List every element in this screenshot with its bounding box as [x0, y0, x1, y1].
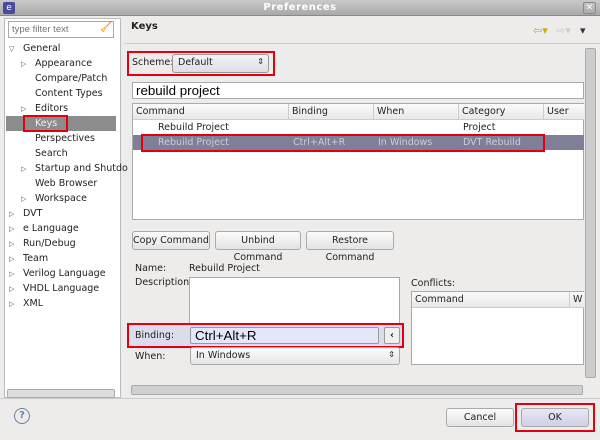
tree-item[interactable]: Team: [23, 251, 48, 266]
expand-icon[interactable]: ▷: [21, 105, 26, 113]
tree-item[interactable]: Content Types: [35, 86, 103, 101]
keys-highlight: [23, 115, 68, 132]
vertical-scrollbar[interactable]: [585, 48, 596, 378]
tree-item[interactable]: DVT: [23, 206, 42, 221]
expand-icon[interactable]: ▷: [21, 165, 26, 173]
when-label: When:: [135, 351, 166, 362]
tree-item[interactable]: VHDL Language: [23, 281, 99, 296]
expand-icon[interactable]: ▷: [9, 240, 14, 248]
tree-item[interactable]: General: [23, 41, 60, 56]
tree-item[interactable]: Search: [35, 146, 68, 161]
expand-icon[interactable]: ▷: [9, 270, 14, 278]
column-header-user[interactable]: User: [544, 104, 584, 120]
column-header-when[interactable]: When: [374, 104, 459, 120]
description-field[interactable]: [189, 277, 400, 327]
expand-icon[interactable]: ▷: [21, 195, 26, 203]
forward-icon[interactable]: ⇨▾: [556, 24, 571, 37]
tree-item[interactable]: e Language: [23, 221, 79, 236]
back-icon[interactable]: ⇦▾: [533, 24, 548, 37]
when-value: In Windows: [196, 350, 251, 361]
expand-icon[interactable]: ▷: [9, 285, 14, 293]
filter-input[interactable]: [8, 21, 114, 38]
clear-filter-icon[interactable]: 🧹: [100, 22, 112, 33]
row-highlight: [141, 134, 545, 152]
name-label: Name:: [135, 263, 167, 274]
tree-item[interactable]: Compare/Patch: [35, 71, 107, 86]
cell-command: Rebuild Project: [158, 122, 229, 133]
tree-item[interactable]: XML: [23, 296, 43, 311]
column-header-category[interactable]: Category: [459, 104, 544, 120]
tree-item[interactable]: Run/Debug: [23, 236, 76, 251]
collapse-icon[interactable]: ▽: [9, 45, 14, 53]
expand-icon[interactable]: ▷: [9, 300, 14, 308]
expand-icon[interactable]: ▷: [9, 225, 14, 233]
conflicts-column-command[interactable]: Command: [412, 292, 570, 308]
expand-icon[interactable]: ▷: [21, 60, 26, 68]
view-menu-icon[interactable]: ▾: [580, 24, 586, 37]
copy-command-button[interactable]: Copy Command: [132, 231, 210, 250]
name-value: Rebuild Project: [189, 263, 260, 274]
tree-item[interactable]: Editors: [35, 101, 68, 116]
ok-highlight: [515, 403, 595, 432]
column-header-binding[interactable]: Binding: [289, 104, 374, 120]
tree-item[interactable]: Workspace: [35, 191, 87, 206]
footer-divider: [0, 398, 600, 399]
window-title: Preferences: [263, 2, 337, 13]
expand-icon[interactable]: ▷: [9, 255, 14, 263]
tree-item[interactable]: Startup and Shutdo: [35, 161, 128, 176]
description-label: Description:: [135, 277, 193, 288]
when-select[interactable]: In Windows ⇕: [190, 347, 400, 365]
unbind-command-button[interactable]: Unbind Command: [215, 231, 301, 263]
column-header-command[interactable]: Command: [133, 104, 289, 120]
conflicts-label: Conflicts:: [411, 278, 456, 289]
spinner-icon: ⇕: [388, 350, 395, 359]
tree-item[interactable]: Verilog Language: [23, 266, 106, 281]
command-search-input[interactable]: [132, 82, 584, 99]
horizontal-scrollbar[interactable]: [131, 385, 583, 395]
restore-command-button[interactable]: Restore Command: [306, 231, 394, 263]
cell-category: Project: [463, 122, 496, 133]
binding-highlight: [127, 323, 404, 348]
page-title: Keys: [131, 21, 158, 32]
help-icon[interactable]: ?: [14, 408, 30, 424]
conflicts-column-when[interactable]: W: [570, 292, 584, 308]
tree-item[interactable]: Web Browser: [35, 176, 97, 191]
close-button[interactable]: ✕: [583, 2, 596, 14]
cancel-button[interactable]: Cancel: [446, 408, 514, 427]
divider: [124, 43, 600, 44]
scheme-highlight: [127, 51, 275, 76]
conflicts-table: Command W: [411, 291, 584, 365]
tree-item[interactable]: Perspectives: [35, 131, 95, 146]
tree-item[interactable]: Appearance: [35, 56, 92, 71]
tree-horizontal-scrollbar[interactable]: [7, 389, 115, 398]
expand-icon[interactable]: ▷: [9, 210, 14, 218]
